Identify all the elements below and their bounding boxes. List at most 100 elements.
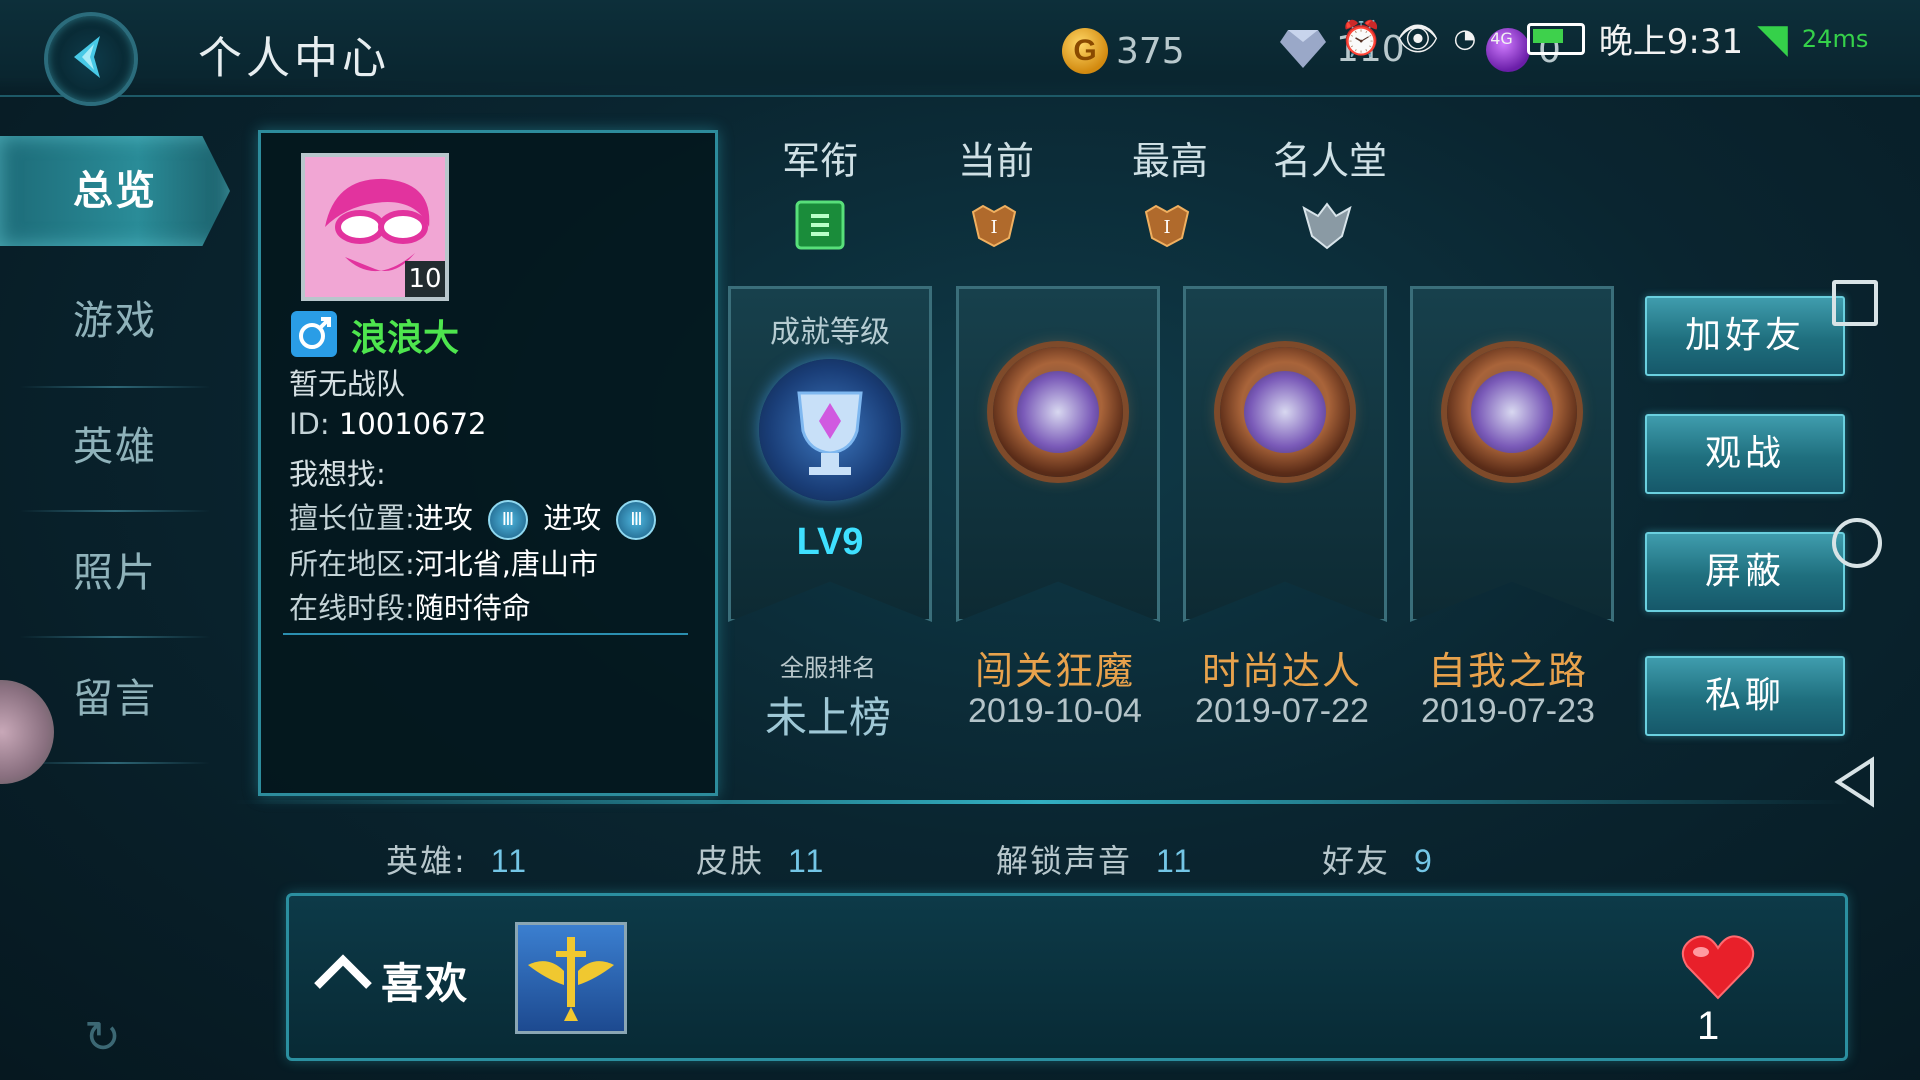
svg-text:I: I — [1163, 217, 1170, 238]
friends-label: 好友 — [1322, 842, 1391, 880]
skull-medal-icon — [993, 347, 1123, 477]
home-nav-icon[interactable] — [1832, 518, 1882, 568]
back-arrow-icon — [74, 36, 100, 78]
spectate-button[interactable]: 观战 — [1645, 414, 1845, 494]
stat-heroes: 英雄: 11 — [386, 836, 528, 882]
achievement-name: 自我之路 — [1427, 649, 1588, 693]
position-1: 进攻 — [414, 501, 473, 535]
server-rank-label: 全服排名 — [780, 654, 876, 682]
wifi-icon: ◔ — [1453, 23, 1477, 54]
rank-header-highest: 最高 — [1131, 139, 1208, 183]
male-gender-icon — [291, 311, 337, 357]
back-button[interactable] — [44, 12, 138, 106]
sidebar-divider — [20, 386, 210, 388]
nickname: 浪浪大 — [351, 318, 460, 359]
position-2: 进攻 — [543, 501, 602, 535]
refresh-icon[interactable]: ↻ — [84, 1012, 121, 1063]
voices-label: 解锁声音 — [996, 842, 1133, 880]
svg-text:I: I — [990, 217, 997, 238]
achievement-level-title: 成就等级 — [770, 315, 890, 350]
hall-of-fame-icon[interactable] — [1302, 200, 1352, 250]
achievement-card[interactable] — [1183, 286, 1387, 622]
like-label[interactable]: 喜欢 — [381, 950, 469, 1011]
online-value: 随时待命 — [414, 591, 531, 625]
signal-icon: ◥ — [1757, 15, 1788, 62]
position-row: 擅长位置:进攻 Ⅲ 进攻 Ⅲ — [289, 495, 662, 540]
avatar-level-badge: 10 — [405, 261, 445, 297]
stats-divider — [230, 800, 1850, 804]
achievement-date: 2019-07-22 — [1195, 692, 1369, 730]
trophy-icon — [759, 359, 901, 501]
ping: 24ms — [1801, 24, 1869, 53]
rank-header-current: 当前 — [957, 139, 1034, 183]
seeking-label: 我想找: — [289, 457, 386, 491]
heart-icon[interactable] — [1679, 932, 1757, 1002]
sidebar-divider — [20, 510, 210, 512]
sidebar-item-overview[interactable]: 总览 — [0, 136, 230, 246]
heroes-label: 英雄: — [386, 842, 467, 880]
like-count: 1 — [1697, 1004, 1720, 1048]
military-rank-icon[interactable] — [795, 200, 845, 250]
sidebar-item-photos[interactable]: 照片 — [0, 518, 230, 628]
rank-header-military: 军衔 — [781, 139, 858, 183]
stat-skins: 皮肤 11 — [696, 836, 825, 882]
rank-header-hall-of-fame: 名人堂 — [1272, 139, 1387, 183]
region-label: 所在地区: — [289, 547, 415, 581]
friends-count: 9 — [1414, 843, 1434, 879]
sidebar-item-games[interactable]: 游戏 — [0, 266, 230, 376]
page-title: 个人中心 — [198, 33, 390, 84]
region-row: 所在地区:河北省,唐山市 — [289, 541, 598, 583]
profile-divider — [283, 633, 688, 635]
diamond-icon — [1280, 30, 1326, 68]
avatar[interactable]: 10 — [301, 153, 449, 301]
eye-icon: 👁 — [1396, 18, 1440, 59]
id-value: 10010672 — [338, 407, 487, 441]
skins-label: 皮肤 — [696, 842, 765, 880]
stat-friends: 好友 9 — [1322, 836, 1434, 882]
alarm-icon: ⏰ — [1340, 18, 1383, 59]
id-label: ID: — [289, 407, 330, 441]
top-bar: 个人中心 G 375 110 0 ⏰ 👁 ◔ 4G 晚上9:31 ◥ 24ms — [0, 0, 1920, 106]
achievement-name: 闯关狂魔 — [974, 649, 1135, 693]
skins-count: 11 — [788, 843, 826, 879]
team-text: 暂无战队 — [289, 367, 406, 401]
achievement-level-value: LV9 — [796, 521, 864, 563]
battery-icon — [1526, 22, 1585, 55]
attack-position-icon: Ⅲ — [488, 500, 529, 540]
position-label: 擅长位置: — [289, 501, 415, 535]
stat-voices: 解锁声音 11 — [996, 836, 1193, 882]
recents-nav-icon[interactable] — [1832, 280, 1878, 326]
sidebar-divider — [20, 762, 210, 764]
achievement-level-card[interactable]: 成就等级 LV9 — [728, 286, 932, 622]
achievement-date: 2019-10-04 — [968, 692, 1142, 730]
clock: 晚上9:31 — [1598, 22, 1744, 62]
sidebar-divider — [20, 636, 210, 638]
region-value: 河北省,唐山市 — [414, 547, 598, 581]
achievement-name: 时尚达人 — [1201, 649, 1362, 693]
current-rank-icon[interactable]: I — [969, 200, 1019, 250]
private-chat-button[interactable]: 私聊 — [1645, 656, 1845, 736]
attack-position-icon: Ⅲ — [616, 500, 657, 540]
achievement-card[interactable] — [1410, 286, 1614, 622]
server-rank-value: 未上榜 — [764, 693, 891, 742]
voices-count: 11 — [1156, 843, 1194, 879]
highest-rank-icon[interactable]: I — [1142, 200, 1192, 250]
sword-wings-badge-icon[interactable] — [515, 922, 627, 1034]
player-id-row: ID: 10010672 — [289, 407, 486, 441]
winged-gem-medal-icon — [1220, 347, 1350, 477]
like-bar: 喜欢 1 — [286, 893, 1848, 1061]
online-row: 在线时段:随时待命 — [289, 585, 531, 627]
fist-medal-icon — [1447, 347, 1577, 477]
network-type: 4G — [1490, 29, 1513, 48]
gold-amount: 375 — [1116, 30, 1185, 72]
gold-currency: G 375 — [1062, 28, 1185, 74]
heroes-count: 11 — [490, 843, 529, 879]
sidebar-item-heroes[interactable]: 英雄 — [0, 392, 230, 502]
add-friend-button[interactable]: 加好友 — [1645, 296, 1845, 376]
block-button[interactable]: 屏蔽 — [1645, 532, 1845, 612]
chevron-up-icon[interactable] — [313, 952, 373, 992]
gold-coin-icon: G — [1062, 28, 1108, 74]
achievement-card[interactable] — [956, 286, 1160, 622]
sidebar: 总览 游戏 英雄 照片 留言 — [0, 112, 230, 1080]
achievement-date: 2019-07-23 — [1421, 692, 1595, 730]
